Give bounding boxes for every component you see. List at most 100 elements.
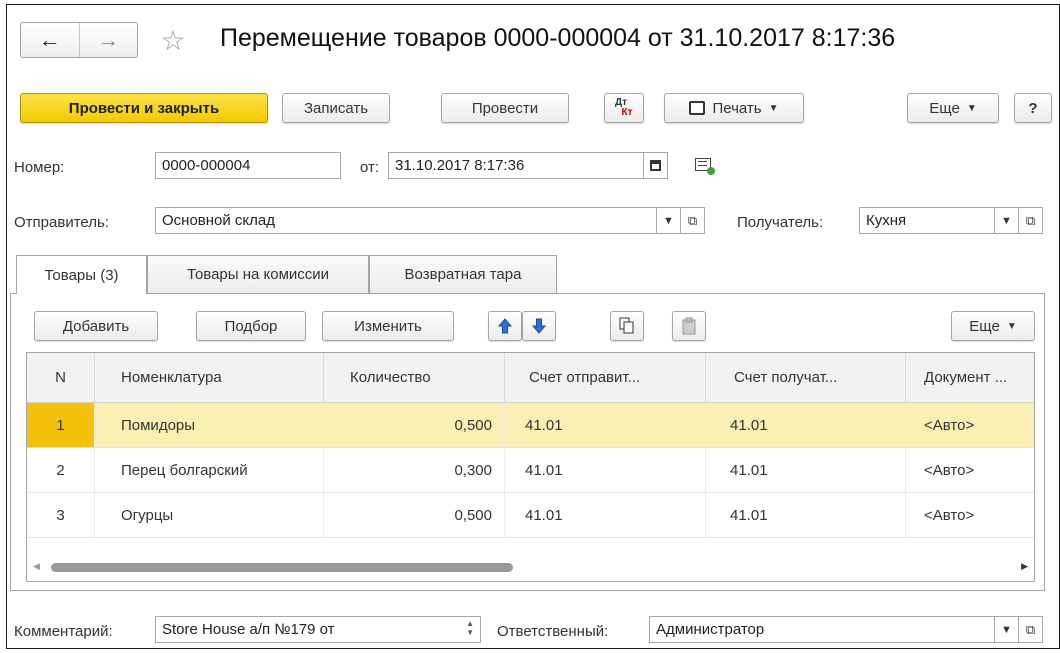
table-row[interactable]: 1 Помидоры 0,500 41.01 41.01 <Авто> — [27, 403, 1034, 448]
cell-nomenclature: Перец болгарский — [95, 448, 324, 492]
tab-goods[interactable]: Товары (3) — [16, 255, 147, 294]
responsible-dropdown-button[interactable]: ▼ — [995, 616, 1019, 643]
column-header-document[interactable]: Документ ... — [906, 353, 1034, 402]
caret-down-icon: ▼ — [1001, 214, 1012, 227]
cell-recipient-account: 41.01 — [706, 403, 906, 447]
tab-returnable-packaging[interactable]: Возвратная тара — [369, 255, 557, 293]
document-note-icon[interactable] — [695, 158, 715, 175]
cell-recipient-account: 41.01 — [706, 448, 906, 492]
cell-n: 3 — [27, 493, 95, 537]
comment-field[interactable]: Store House а/п №179 от ▲ ▼ — [155, 616, 481, 643]
number-label: Номер: — [14, 159, 65, 176]
more-button[interactable]: Еще ▼ — [907, 93, 999, 123]
caret-down-icon: ▼ — [768, 102, 779, 114]
arrow-down-icon — [532, 318, 546, 334]
change-button[interactable]: Изменить — [322, 311, 454, 341]
print-button[interactable]: Печать ▼ — [664, 93, 804, 123]
comment-label: Комментарий: — [14, 623, 113, 640]
paste-button[interactable] — [672, 311, 706, 341]
copy-button[interactable] — [610, 311, 644, 341]
column-header-quantity[interactable]: Количество — [324, 353, 505, 402]
cell-sender-account: 41.01 — [505, 403, 706, 447]
column-header-sender-account[interactable]: Счет отправит... — [505, 353, 706, 402]
cell-quantity: 0,500 — [324, 493, 505, 537]
cell-quantity: 0,300 — [324, 448, 505, 492]
pick-button[interactable]: Подбор — [196, 311, 306, 341]
more-label: Еще — [929, 99, 960, 117]
sender-label: Отправитель: — [14, 214, 109, 231]
responsible-label: Ответственный: — [497, 623, 609, 640]
caret-down-icon: ▼ — [1006, 320, 1017, 332]
caret-down-icon: ▼ — [663, 214, 674, 227]
cell-nomenclature: Огурцы — [95, 493, 324, 537]
open-form-icon: ⧉ — [687, 212, 698, 228]
column-header-recipient-account[interactable]: Счет получат... — [706, 353, 906, 402]
recipient-field[interactable]: Кухня — [859, 207, 995, 234]
cell-sender-account: 41.01 — [505, 493, 706, 537]
cell-n: 1 — [27, 403, 95, 447]
arrow-right-icon: → — [97, 27, 120, 52]
open-form-icon: ⧉ — [1025, 621, 1036, 637]
post-and-close-button[interactable]: Провести и закрыть — [20, 93, 268, 123]
window-title: Перемещение товаров 0000-000004 от 31.10… — [220, 24, 896, 52]
table-row[interactable]: 2 Перец болгарский 0,300 41.01 41.01 <Ав… — [27, 448, 1034, 493]
scrollbar-thumb[interactable] — [51, 563, 513, 572]
post-button[interactable]: Провести — [441, 93, 569, 123]
cell-n: 2 — [27, 448, 95, 492]
recipient-dropdown-button[interactable]: ▼ — [995, 207, 1019, 234]
table-more-button[interactable]: Еще ▼ — [951, 311, 1035, 341]
column-header-nomenclature[interactable]: Номенклатура — [95, 353, 324, 402]
number-field[interactable]: 0000-000004 — [155, 152, 341, 179]
cell-document: <Авто> — [924, 416, 975, 434]
calendar-icon — [650, 160, 661, 171]
write-button[interactable]: Записать — [282, 93, 390, 123]
table-row[interactable]: 3 Огурцы 0,500 41.01 41.01 <Авто> — [27, 493, 1034, 538]
arrow-left-icon: ← — [38, 27, 61, 52]
responsible-open-button[interactable]: ⧉ — [1019, 616, 1043, 643]
responsible-field[interactable]: Администратор — [649, 616, 995, 643]
sender-dropdown-button[interactable]: ▼ — [657, 207, 681, 234]
date-label: от: — [360, 159, 380, 176]
scroll-left-icon[interactable]: ◀ — [33, 561, 40, 572]
arrow-up-icon — [498, 318, 512, 334]
recipient-open-button[interactable]: ⧉ — [1019, 207, 1043, 234]
goods-table: N Номенклатура Количество Счет отправит.… — [26, 352, 1035, 582]
sender-field[interactable]: Основной склад — [155, 207, 657, 234]
table-more-label: Еще — [969, 317, 1000, 335]
caret-down-icon: ▼ — [1001, 623, 1012, 636]
date-field[interactable]: 31.10.2017 8:17:36 — [388, 152, 644, 179]
back-button[interactable]: ← — [21, 23, 80, 57]
tab-goods-on-commission[interactable]: Товары на комиссии — [147, 255, 369, 293]
caret-down-icon: ▼ — [966, 102, 977, 114]
scroll-right-icon[interactable]: ▶ — [1021, 561, 1028, 572]
move-up-button[interactable] — [488, 311, 522, 341]
help-button[interactable]: ? — [1014, 93, 1052, 123]
paste-icon — [682, 317, 696, 335]
cell-recipient-account: 41.01 — [706, 493, 906, 537]
cell-document: <Авто> — [924, 461, 975, 479]
kt-label: Кт — [621, 107, 633, 118]
horizontal-scrollbar[interactable]: ◀ ▶ — [27, 556, 1034, 578]
printer-icon — [689, 101, 706, 115]
recipient-label: Получатель: — [737, 214, 824, 231]
sender-open-button[interactable]: ⧉ — [681, 207, 705, 234]
calendar-button[interactable] — [644, 152, 668, 179]
forward-button[interactable]: → — [80, 23, 138, 57]
table-header: N Номенклатура Количество Счет отправит.… — [27, 353, 1034, 403]
favorite-button[interactable]: ☆ — [158, 22, 188, 58]
comment-value: Store House а/п №179 от — [162, 621, 335, 638]
dt-kt-button[interactable]: Дт Кт — [604, 93, 644, 123]
spin-icon[interactable]: ▲ ▼ — [466, 619, 474, 637]
cell-document: <Авто> — [924, 506, 975, 524]
open-form-icon: ⧉ — [1025, 212, 1036, 228]
add-button[interactable]: Добавить — [34, 311, 158, 341]
cell-nomenclature: Помидоры — [95, 403, 324, 447]
copy-icon — [619, 317, 634, 334]
move-down-button[interactable] — [522, 311, 556, 341]
cell-sender-account: 41.01 — [505, 448, 706, 492]
star-icon: ☆ — [160, 24, 186, 56]
nav-buttons: ← → — [20, 22, 138, 58]
cell-quantity: 0,500 — [324, 403, 505, 447]
print-label: Печать — [712, 99, 762, 117]
column-header-n[interactable]: N — [27, 353, 95, 402]
